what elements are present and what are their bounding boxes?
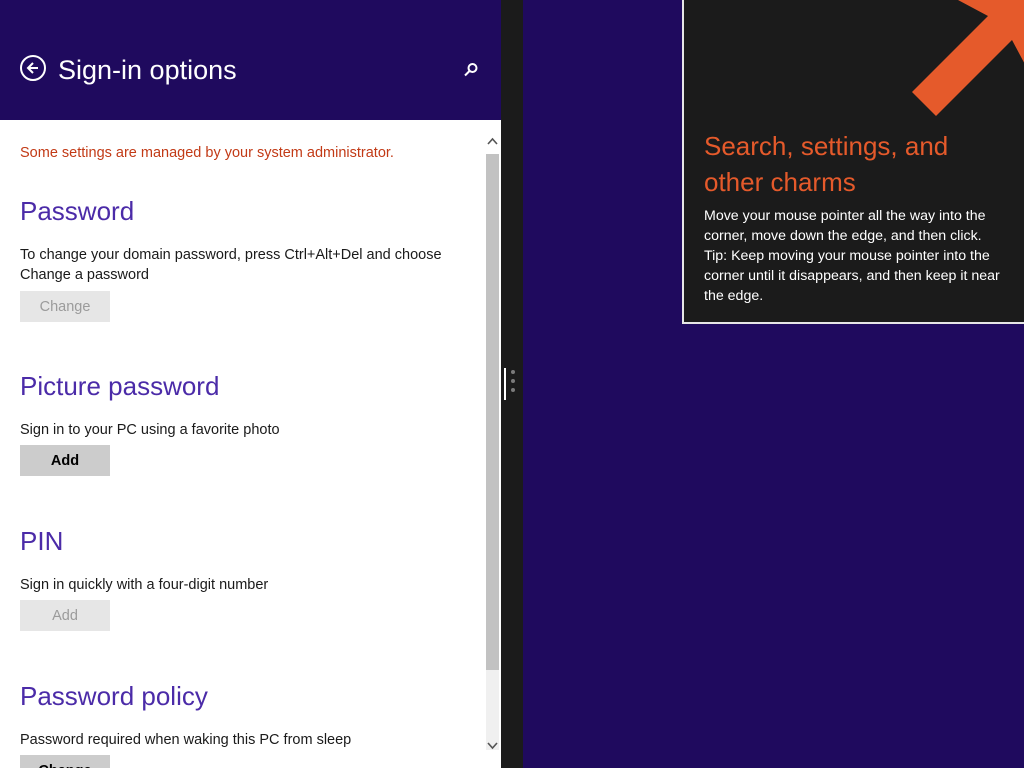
page-title: Sign-in options — [58, 55, 237, 85]
scrollbar-track[interactable] — [486, 154, 499, 750]
search-icon — [464, 63, 478, 77]
change-password-policy-button[interactable]: Change — [20, 755, 110, 768]
charms-tip-card: Search, settings, and other charms Move … — [682, 0, 1024, 324]
password-policy-heading: Password policy — [20, 681, 208, 711]
search-button[interactable] — [462, 61, 480, 79]
change-password-button[interactable]: Change — [20, 291, 110, 322]
pin-description: Sign in quickly with a four-digit number — [20, 577, 269, 593]
picture-password-description: Sign in to your PC using a favorite phot… — [20, 422, 280, 438]
scroll-down-icon[interactable] — [487, 740, 498, 751]
splitter-handle[interactable] — [504, 368, 520, 400]
picture-password-heading: Picture password — [20, 371, 220, 401]
password-policy-description: Password required when waking this PC fr… — [20, 732, 352, 748]
add-pin-button[interactable]: Add — [20, 600, 110, 631]
tip-title: Search, settings, and other charms — [704, 131, 949, 197]
admin-notice: Some settings are managed by your system… — [20, 145, 394, 161]
scrollbar-thumb[interactable] — [486, 154, 499, 670]
tip-body: Move your mouse pointer all the way into… — [704, 208, 1000, 304]
splitter-line — [504, 368, 506, 400]
settings-pane: Sign-in options Some settings are manage… — [0, 0, 501, 768]
add-picture-password-button[interactable]: Add — [20, 445, 110, 476]
pin-heading: PIN — [20, 526, 64, 556]
password-description: To change your domain password, press Ct… — [20, 247, 442, 283]
scroll-up-icon[interactable] — [487, 136, 498, 147]
password-heading: Password — [20, 196, 135, 226]
back-button[interactable] — [20, 55, 46, 81]
back-arrow-icon — [26, 62, 38, 74]
settings-header: Sign-in options — [0, 0, 501, 120]
grip-dot-icon — [511, 370, 515, 374]
settings-content: Some settings are managed by your system… — [0, 120, 484, 768]
app-splitter — [501, 0, 523, 768]
vertical-scrollbar[interactable] — [484, 120, 501, 768]
grip-dot-icon — [511, 379, 515, 383]
screen: Sign-in options Some settings are manage… — [0, 0, 1024, 768]
grip-dot-icon — [511, 388, 515, 392]
corner-arrow-icon — [912, 0, 1024, 116]
